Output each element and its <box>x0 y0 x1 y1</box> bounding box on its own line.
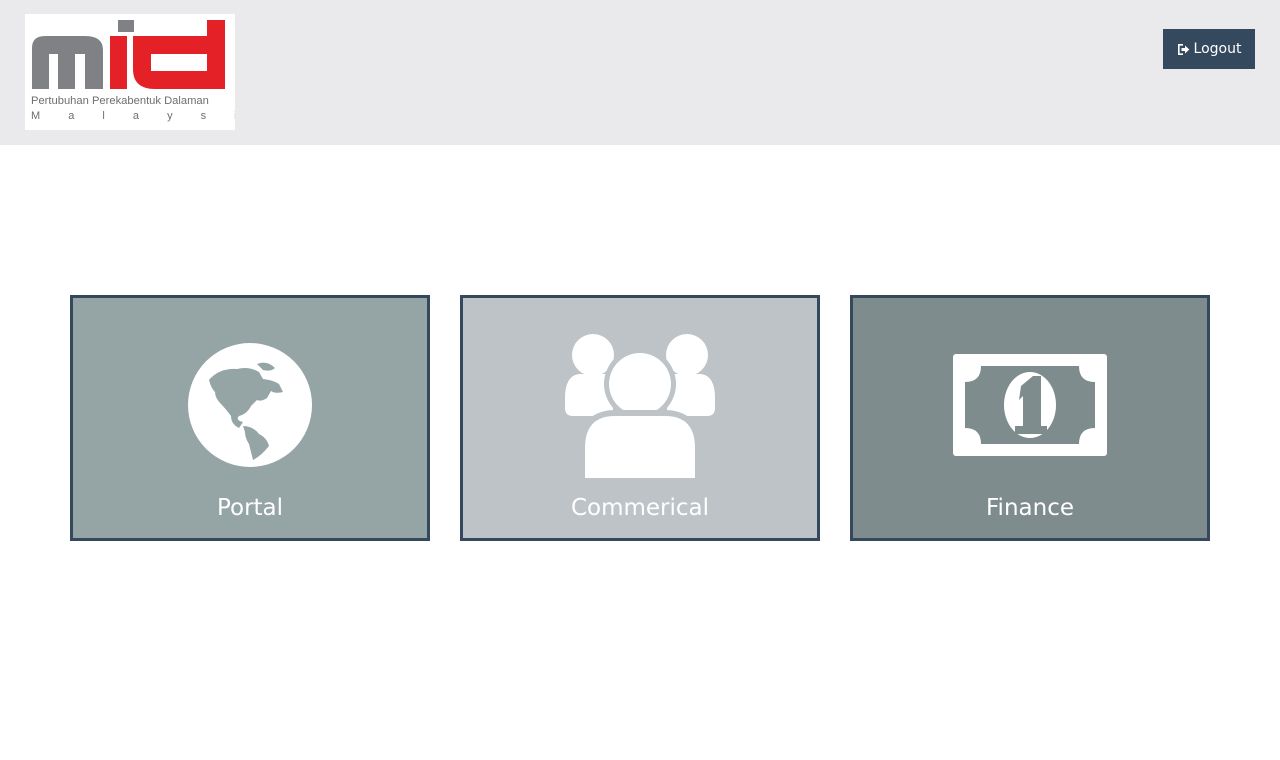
globe-icon <box>73 330 427 480</box>
tile-finance-label: Finance <box>986 495 1074 521</box>
sign-out-icon <box>1177 43 1190 56</box>
logout-label: Logout <box>1193 41 1242 57</box>
logout-button[interactable]: Logout <box>1163 29 1255 69</box>
header-bar: Pertubuhan Perekabentuk Dalaman M a l a … <box>0 0 1280 145</box>
money-icon <box>853 330 1207 480</box>
tile-commercial[interactable]: Commerical <box>460 295 820 541</box>
users-icon <box>463 330 817 480</box>
tile-portal-label: Portal <box>216 495 284 521</box>
tile-finance[interactable]: Finance <box>850 295 1210 541</box>
mid-logo[interactable]: Pertubuhan Perekabentuk Dalaman M a l a … <box>25 14 235 130</box>
mid-logo-graphic: Pertubuhan Perekabentuk Dalaman M a l a … <box>31 20 235 122</box>
logo-subtitle-1: Pertubuhan Perekabentuk Dalaman <box>31 95 209 107</box>
logo-subtitle-2: M a l a y s i a <box>31 110 235 122</box>
tile-commercial-label: Commerical <box>570 495 710 521</box>
tile-portal[interactable]: Portal <box>70 295 430 541</box>
